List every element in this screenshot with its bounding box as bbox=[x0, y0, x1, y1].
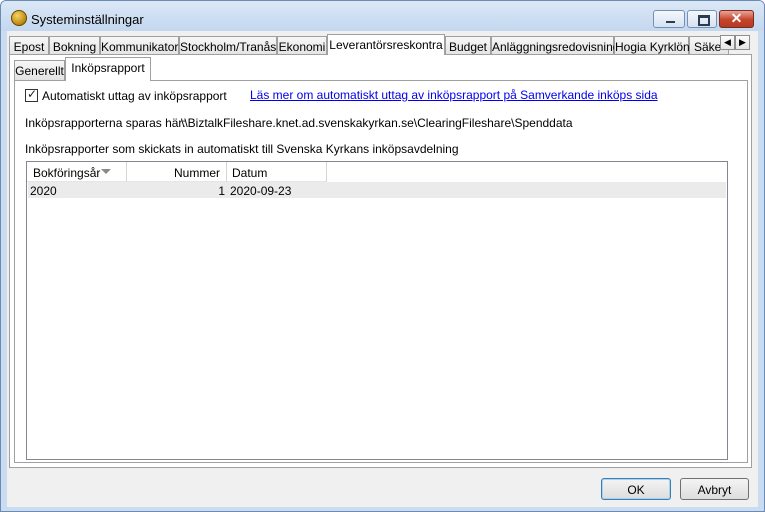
tab-kommunikator[interactable]: Kommunikator bbox=[100, 36, 179, 55]
auto-export-checkbox[interactable]: ✓ bbox=[25, 87, 38, 102]
auto-export-label[interactable]: Automatiskt uttag av inköpsrapport bbox=[42, 89, 227, 103]
cell-year: 2020 bbox=[30, 184, 57, 198]
tab-scroll-right-button[interactable]: ▶ bbox=[735, 35, 750, 50]
column-header-label: Bokföringsår bbox=[33, 166, 101, 180]
checkmark-icon: ✓ bbox=[27, 87, 38, 101]
tab-stockholm-tranas[interactable]: Stockholm/Tranås bbox=[179, 36, 277, 55]
app-icon bbox=[11, 10, 27, 26]
ok-button[interactable]: OK bbox=[601, 478, 671, 500]
column-header-nummer[interactable]: Nummer bbox=[127, 162, 227, 182]
settings-window: Systeminställningar ✕ Epost Bokning Komm… bbox=[0, 0, 765, 512]
cell-date: 2020-09-23 bbox=[230, 184, 292, 198]
storage-path-value: \\BiztalkFileshare.knet.ad.svenskakyrkan… bbox=[181, 116, 573, 130]
cancel-button[interactable]: Avbryt bbox=[680, 478, 749, 500]
close-icon: ✕ bbox=[730, 10, 743, 26]
maximize-button[interactable] bbox=[687, 10, 717, 28]
tab-hogia-kyrklon[interactable]: Hogia Kyrklön bbox=[614, 36, 690, 55]
cell-number: 1 bbox=[218, 184, 225, 198]
maximize-icon bbox=[698, 15, 710, 26]
tab-epost[interactable]: Epost bbox=[9, 36, 49, 55]
arrow-left-icon: ◀ bbox=[724, 37, 731, 47]
tab-ekonomi[interactable]: Ekonomi bbox=[277, 36, 327, 55]
dialog-client-area: Epost Bokning Kommunikator Stockholm/Tra… bbox=[7, 31, 758, 507]
arrow-right-icon: ▶ bbox=[739, 37, 746, 47]
reports-list-caption: Inköpsrapporter som skickats in automati… bbox=[25, 142, 459, 156]
tab-scroll-left-button[interactable]: ◀ bbox=[720, 35, 735, 50]
column-header-datum[interactable]: Datum bbox=[227, 162, 327, 182]
close-button[interactable]: ✕ bbox=[719, 10, 754, 28]
table-row[interactable]: 2020 1 2020-09-23 bbox=[28, 182, 726, 198]
read-more-link[interactable]: Läs mer om automatiskt uttag av inköpsra… bbox=[250, 88, 658, 102]
tab-budget[interactable]: Budget bbox=[445, 36, 491, 55]
column-header-bokforingsar[interactable]: Bokföringsår bbox=[27, 162, 127, 182]
subtab-generellt[interactable]: Generellt bbox=[14, 60, 65, 80]
minimize-icon bbox=[666, 21, 675, 23]
tab-leverantorsreskontra[interactable]: Leverantörsreskontra bbox=[327, 34, 445, 55]
minimize-button[interactable] bbox=[653, 10, 685, 28]
sort-descending-icon bbox=[101, 169, 111, 174]
inkopsrapport-panel: ✓ Automatiskt uttag av inköpsrapport Läs… bbox=[14, 80, 748, 463]
leverantorsreskontra-page: Generellt Inköpsrapport ✓ Automatiskt ut… bbox=[9, 54, 752, 468]
tab-bokning[interactable]: Bokning bbox=[49, 36, 100, 55]
main-tab-strip: Epost Bokning Kommunikator Stockholm/Tra… bbox=[9, 34, 737, 55]
reports-grid[interactable]: Bokföringsår Nummer Datum 2020 1 2020-09… bbox=[26, 161, 728, 460]
title-bar[interactable]: Systeminställningar ✕ bbox=[1, 1, 764, 31]
tab-anlaggningsredovisning[interactable]: Anläggningsredovisning bbox=[491, 36, 619, 55]
subtab-inkopsrapport[interactable]: Inköpsrapport bbox=[65, 57, 151, 81]
storage-path-label: Inköpsrapporterna sparas här: bbox=[25, 116, 186, 130]
window-title: Systeminställningar bbox=[31, 12, 144, 27]
